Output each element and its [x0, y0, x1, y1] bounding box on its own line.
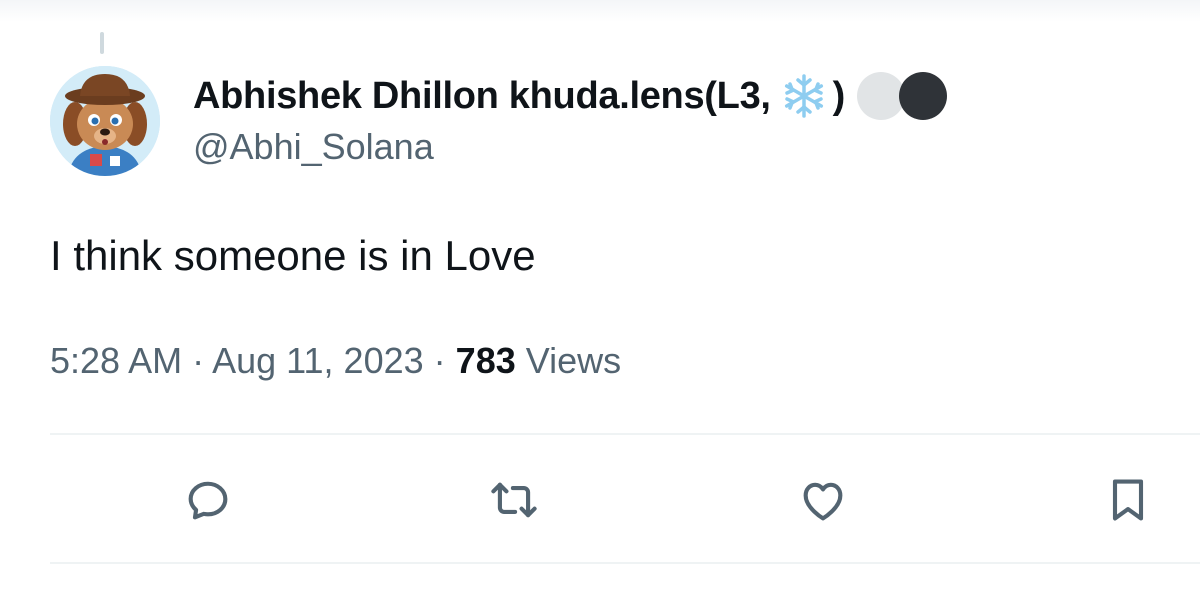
author-display-name[interactable]: Abhishek Dhillon khuda.lens(L3, [193, 75, 771, 118]
avatar[interactable] [50, 66, 160, 176]
dog-avatar-icon [50, 66, 160, 176]
reply-button[interactable] [180, 472, 236, 528]
retweet-button[interactable] [486, 472, 542, 528]
tweet-time[interactable]: 5:28 AM [50, 340, 182, 381]
previous-content-edge [0, 0, 1200, 22]
black-circle-icon [899, 72, 948, 120]
like-icon [803, 482, 843, 521]
like-button[interactable] [795, 472, 851, 528]
divider [50, 433, 1200, 435]
bookmark-button[interactable] [1100, 472, 1156, 528]
thread-connector-line [100, 32, 104, 54]
divider [50, 562, 1200, 564]
author-name-suffix: ) [832, 74, 846, 117]
tweet-detail: Abhishek Dhillon khuda.lens(L3, ) @Abhi_… [0, 0, 1200, 600]
views-label: Views [525, 340, 622, 381]
gray-circle-icon [857, 72, 906, 120]
snowflake-icon [784, 74, 823, 118]
tweet-metadata: 5:28 AM · Aug 11, 2023 · 783 Views [50, 340, 621, 382]
bookmark-icon [1112, 479, 1144, 521]
author-handle[interactable]: @Abhi_Solana [193, 126, 434, 168]
reply-icon [188, 481, 228, 520]
tweet-date[interactable]: Aug 11, 2023 [212, 340, 424, 381]
meta-separator: · [192, 340, 213, 381]
views-count: 783 [455, 340, 526, 381]
author-name-row: Abhishek Dhillon khuda.lens(L3, ) [193, 72, 948, 120]
retweet-icon [491, 482, 537, 518]
tweet-text: I think someone is in Love [50, 232, 536, 279]
meta-separator: · [433, 340, 456, 381]
